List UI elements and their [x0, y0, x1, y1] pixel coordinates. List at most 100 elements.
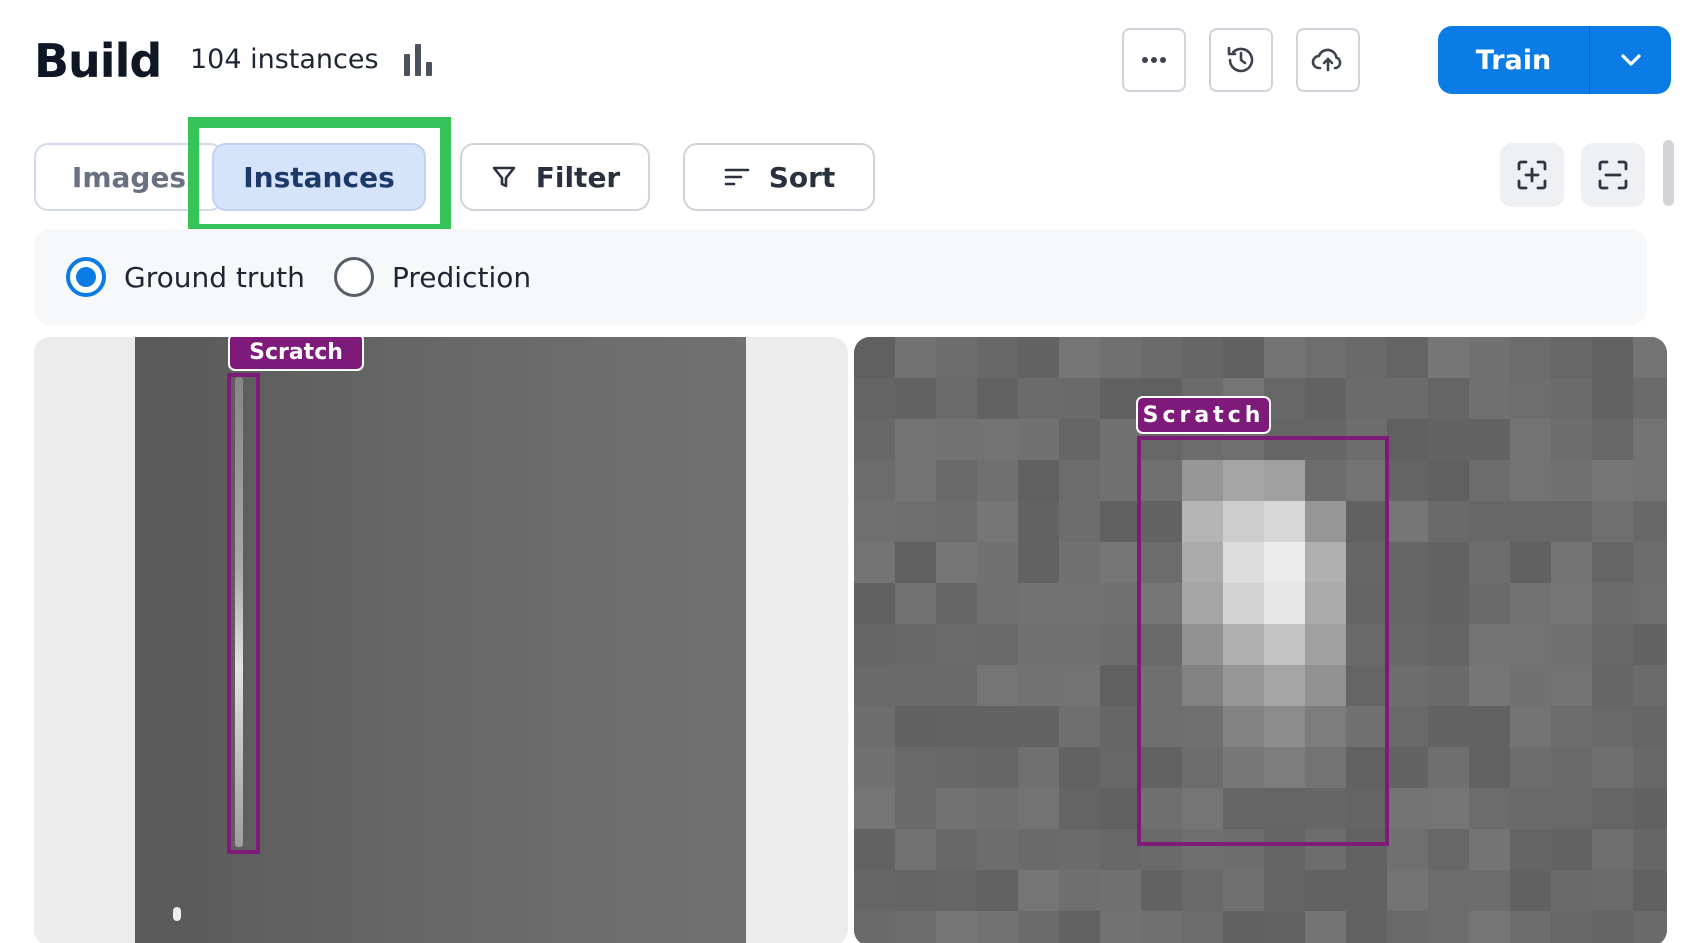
- image-pixel: [1059, 337, 1100, 378]
- image-pixel: [1018, 378, 1059, 419]
- zoom-out-button[interactable]: [1581, 143, 1645, 207]
- instance-card[interactable]: Scratch: [854, 337, 1667, 943]
- image-pixel: [1469, 911, 1510, 943]
- image-pixel: [1633, 747, 1667, 788]
- image-pixel: [1551, 911, 1592, 943]
- image-pixel: [1059, 542, 1100, 583]
- sort-button[interactable]: Sort: [683, 143, 875, 211]
- train-button[interactable]: Train: [1438, 26, 1671, 94]
- image-pixel: [1551, 624, 1592, 665]
- radio-unselected-icon[interactable]: [334, 257, 374, 297]
- prediction-label[interactable]: Prediction: [392, 261, 531, 294]
- ground-truth-label[interactable]: Ground truth: [124, 261, 305, 294]
- image-pixel: [1510, 337, 1551, 378]
- image-pixel: [1633, 542, 1667, 583]
- prediction-radio[interactable]: Prediction: [334, 257, 531, 297]
- image-pixel: [1510, 378, 1551, 419]
- image-pixel: [854, 911, 895, 943]
- radio-selected-icon[interactable]: [66, 257, 106, 297]
- image-pixel: [1264, 337, 1305, 378]
- zoom-in-button[interactable]: [1500, 143, 1564, 207]
- image-pixel: [1018, 542, 1059, 583]
- image-pixel: [1469, 870, 1510, 911]
- tab-instances[interactable]: Instances: [212, 143, 426, 211]
- image-pixel: [1100, 911, 1141, 943]
- image-pixel: [977, 378, 1018, 419]
- image-pixel: [1633, 378, 1667, 419]
- filter-button[interactable]: Filter: [460, 143, 650, 211]
- image-pixel: [895, 788, 936, 829]
- image-pixel: [936, 829, 977, 870]
- image-pixel: [977, 788, 1018, 829]
- image-pixel: [1428, 624, 1469, 665]
- image-pixel: [1018, 665, 1059, 706]
- image-pixel: [1633, 911, 1667, 943]
- image-pixel: [1059, 870, 1100, 911]
- image-pixel: [1305, 911, 1346, 943]
- image-pixel: [1428, 419, 1469, 460]
- image-pixel: [854, 542, 895, 583]
- image-pixel: [1018, 706, 1059, 747]
- instance-count: 104 instances: [190, 44, 379, 75]
- instance-card[interactable]: Scratch: [34, 337, 848, 943]
- image-pixel: [854, 583, 895, 624]
- image-pixel: [1059, 583, 1100, 624]
- image-pixel: [977, 583, 1018, 624]
- image-pixel: [895, 665, 936, 706]
- image-pixel: [895, 829, 936, 870]
- image-pixel: [1633, 829, 1667, 870]
- ground-truth-radio[interactable]: Ground truth: [66, 257, 305, 297]
- image-pixel: [1387, 419, 1428, 460]
- image-pixel: [1059, 829, 1100, 870]
- image-pixel: [936, 542, 977, 583]
- image-pixel: [1223, 870, 1264, 911]
- view-mode-panel: Ground truth Prediction: [34, 229, 1647, 325]
- image-pixel: [1592, 337, 1633, 378]
- image-pixel: [1592, 419, 1633, 460]
- image-pixel: [1182, 911, 1223, 943]
- image-pixel: [1551, 829, 1592, 870]
- image-pixel: [936, 460, 977, 501]
- scrollbar-thumb[interactable]: [1663, 140, 1674, 206]
- image-pixel: [1633, 870, 1667, 911]
- image-pixel: [1428, 829, 1469, 870]
- image-pixel: [936, 501, 977, 542]
- image-pixel: [1100, 542, 1141, 583]
- image-pixel: [1551, 460, 1592, 501]
- image-pixel: [1387, 788, 1428, 829]
- image-pixel: [1633, 624, 1667, 665]
- history-button[interactable]: [1209, 28, 1273, 92]
- image-pixel: [1059, 624, 1100, 665]
- image-pixel: [1305, 337, 1346, 378]
- image-pixel: [1387, 337, 1428, 378]
- upload-button[interactable]: [1296, 28, 1360, 92]
- instance-label-tag: Scratch: [1136, 396, 1271, 434]
- bar-chart-icon[interactable]: [404, 44, 438, 78]
- image-pixel: [1592, 378, 1633, 419]
- image-pixel: [1592, 624, 1633, 665]
- image-pixel: [854, 460, 895, 501]
- image-pixel: [1510, 829, 1551, 870]
- image-pixel: [1469, 706, 1510, 747]
- image-pixel: [1346, 870, 1387, 911]
- train-options-dropdown[interactable]: [1590, 26, 1671, 94]
- image-pixel: [1387, 501, 1428, 542]
- image-pixel: [977, 829, 1018, 870]
- image-pixel: [1059, 788, 1100, 829]
- image-pixel: [977, 419, 1018, 460]
- tab-images[interactable]: Images: [34, 143, 224, 211]
- image-pixel: [1059, 911, 1100, 943]
- more-options-button[interactable]: [1122, 28, 1186, 92]
- image-pixel: [1592, 583, 1633, 624]
- image-pixel: [1510, 747, 1551, 788]
- image-pixel: [1510, 870, 1551, 911]
- image-pixel: [1059, 501, 1100, 542]
- image-pixel: [1018, 624, 1059, 665]
- image-pixel: [936, 747, 977, 788]
- image-pixel: [1469, 665, 1510, 706]
- image-pixel: [854, 419, 895, 460]
- image-pixel: [1469, 788, 1510, 829]
- image-pixel: [1469, 501, 1510, 542]
- image-pixel: [1100, 870, 1141, 911]
- train-button-label[interactable]: Train: [1438, 26, 1590, 94]
